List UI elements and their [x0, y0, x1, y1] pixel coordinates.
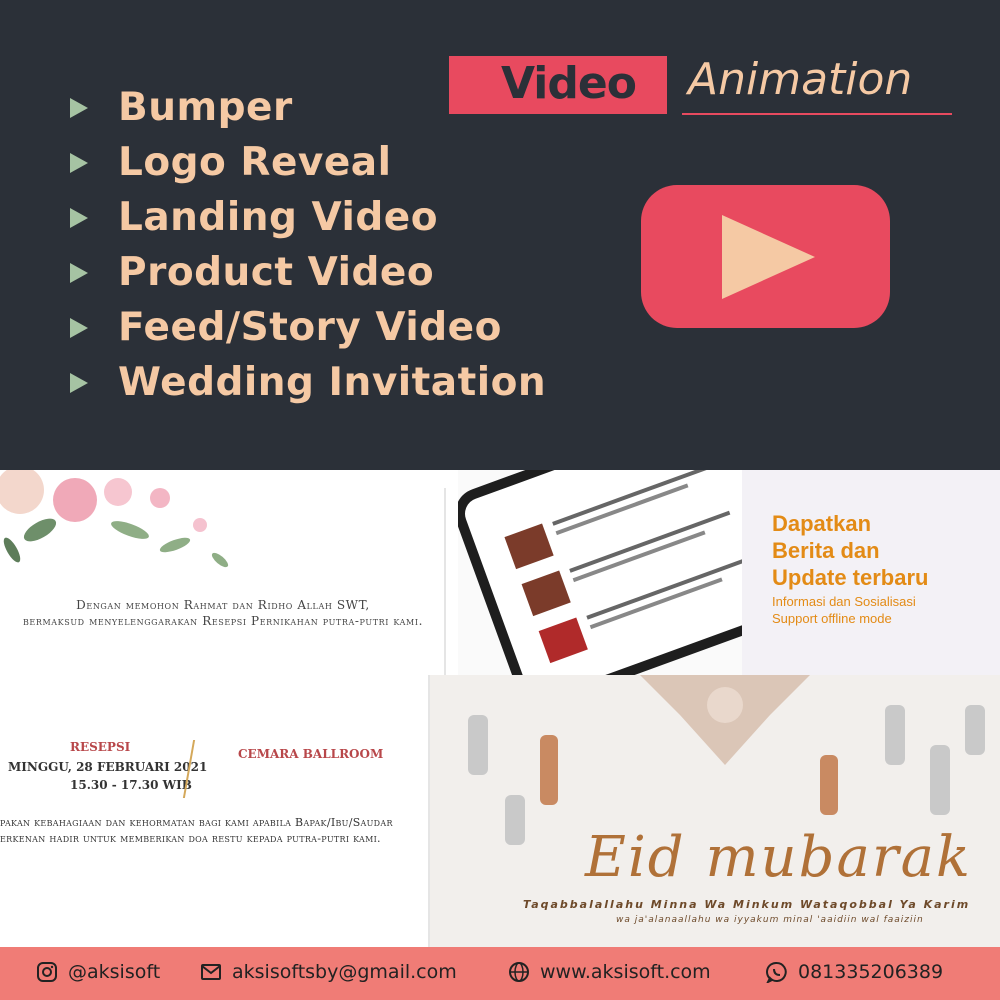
- play-icon: [722, 215, 815, 299]
- eid-subtitle: wa ja'alanaallahu wa iyyakum minal 'aaid…: [616, 915, 924, 925]
- service-item: Landing Video: [70, 190, 546, 245]
- news-app-thumbnail[interactable]: [458, 470, 742, 675]
- lantern-icon: [820, 755, 838, 815]
- instagram-icon: [37, 962, 57, 982]
- ornament-icon: [640, 675, 810, 765]
- event-venue: CEMARA BALLROOM: [238, 747, 384, 761]
- email-icon: [201, 964, 221, 980]
- service-label: Logo Reveal: [118, 140, 392, 185]
- subtext-line: Informasi dan Sosialisasi: [772, 594, 916, 609]
- promo-subtext: Informasi dan Sosialisasi Support offlin…: [772, 593, 916, 627]
- wedding-invitation-thumbnail[interactable]: Dengan memohon Rahmat dan Ridho Allah SW…: [0, 470, 458, 675]
- divider: [444, 488, 446, 675]
- invitation-text: erkenan hadir untuk memberikan doa restu…: [0, 832, 381, 845]
- event-title: RESEPSI: [70, 740, 131, 754]
- triangle-bullet-icon: [70, 152, 88, 173]
- whatsapp-icon: [766, 961, 787, 983]
- triangle-bullet-icon: [70, 262, 88, 283]
- eid-subtitle: Taqabbalallahu Minna Wa Minkum Wataqobba…: [523, 898, 971, 911]
- triangle-bullet-icon: [70, 97, 88, 118]
- service-label: Bumper: [118, 85, 293, 130]
- invitation-text: pakan kebahagiaan dan kehormatan bagi ka…: [0, 816, 393, 829]
- website-url: www.aksisoft.com: [540, 961, 711, 983]
- eid-greeting-thumbnail[interactable]: Eid mubarak Taqabbalallahu Minna Wa Mink…: [430, 675, 1000, 947]
- service-item: Feed/Story Video: [70, 300, 546, 355]
- service-label: Wedding Invitation: [118, 360, 547, 405]
- email-contact[interactable]: aksisoftsby@gmail.com: [200, 961, 457, 983]
- instagram-handle: @aksisoft: [68, 961, 161, 983]
- event-time: 15.30 - 17.30 WIB: [70, 778, 192, 792]
- service-label: Feed/Story Video: [118, 305, 502, 350]
- website-contact[interactable]: www.aksisoft.com: [508, 961, 711, 983]
- instagram-contact[interactable]: @aksisoft: [36, 961, 160, 983]
- flower-decoration-icon: [0, 470, 229, 568]
- eid-title: Eid mubarak: [585, 825, 972, 890]
- triangle-bullet-icon: [70, 372, 88, 393]
- hero-banner: Bumper Logo Reveal Landing Video Product…: [0, 0, 1000, 470]
- triangle-bullet-icon: [70, 317, 88, 338]
- whatsapp-contact[interactable]: 081335206389: [766, 961, 943, 983]
- play-button[interactable]: [641, 185, 890, 328]
- invitation-text: bermaksud menyelenggarakan Resepsi Perni…: [22, 614, 424, 628]
- lantern-icon: [468, 715, 488, 775]
- triangle-bullet-icon: [70, 207, 88, 228]
- lantern-icon: [505, 795, 525, 845]
- event-date: MINGGU, 28 FEBRUARI 2021: [8, 760, 208, 774]
- email-address: aksisoftsby@gmail.com: [232, 961, 457, 983]
- service-label: Landing Video: [118, 195, 439, 240]
- promo-headline: Dapatkan Berita dan Update terbaru: [772, 510, 928, 591]
- globe-icon: [509, 962, 529, 982]
- service-label: Product Video: [118, 250, 435, 295]
- wedding-reception-thumbnail[interactable]: RESEPSI MINGGU, 28 FEBRUARI 2021 15.30 -…: [0, 675, 430, 947]
- headline-line: Update terbaru: [772, 565, 929, 590]
- phone-mockup: [458, 470, 742, 675]
- badge-label: Video: [501, 58, 637, 109]
- lantern-icon: [885, 705, 905, 765]
- title-underline: [682, 113, 952, 115]
- contact-footer: @aksisoft aksisoftsby@gmail.com www.aksi…: [0, 947, 1000, 1000]
- service-item: Logo Reveal: [70, 135, 546, 190]
- headline-line: Dapatkan: [772, 511, 872, 536]
- whatsapp-number: 081335206389: [798, 961, 944, 983]
- app-promo-thumbnail[interactable]: Dapatkan Berita dan Update terbaru Infor…: [742, 470, 1000, 675]
- video-badge: Video: [449, 56, 667, 114]
- subtext-line: Support offline mode: [772, 611, 892, 626]
- lantern-icon: [930, 745, 950, 815]
- lantern-icon: [965, 705, 985, 755]
- headline-line: Berita dan: [772, 538, 880, 563]
- service-item: Wedding Invitation: [70, 355, 546, 410]
- lantern-icon: [540, 735, 558, 805]
- service-item: Product Video: [70, 245, 546, 300]
- animation-title: Animation: [688, 54, 913, 105]
- invitation-text: Dengan memohon Rahmat dan Ridho Allah SW…: [76, 598, 370, 612]
- service-list: Bumper Logo Reveal Landing Video Product…: [70, 80, 546, 410]
